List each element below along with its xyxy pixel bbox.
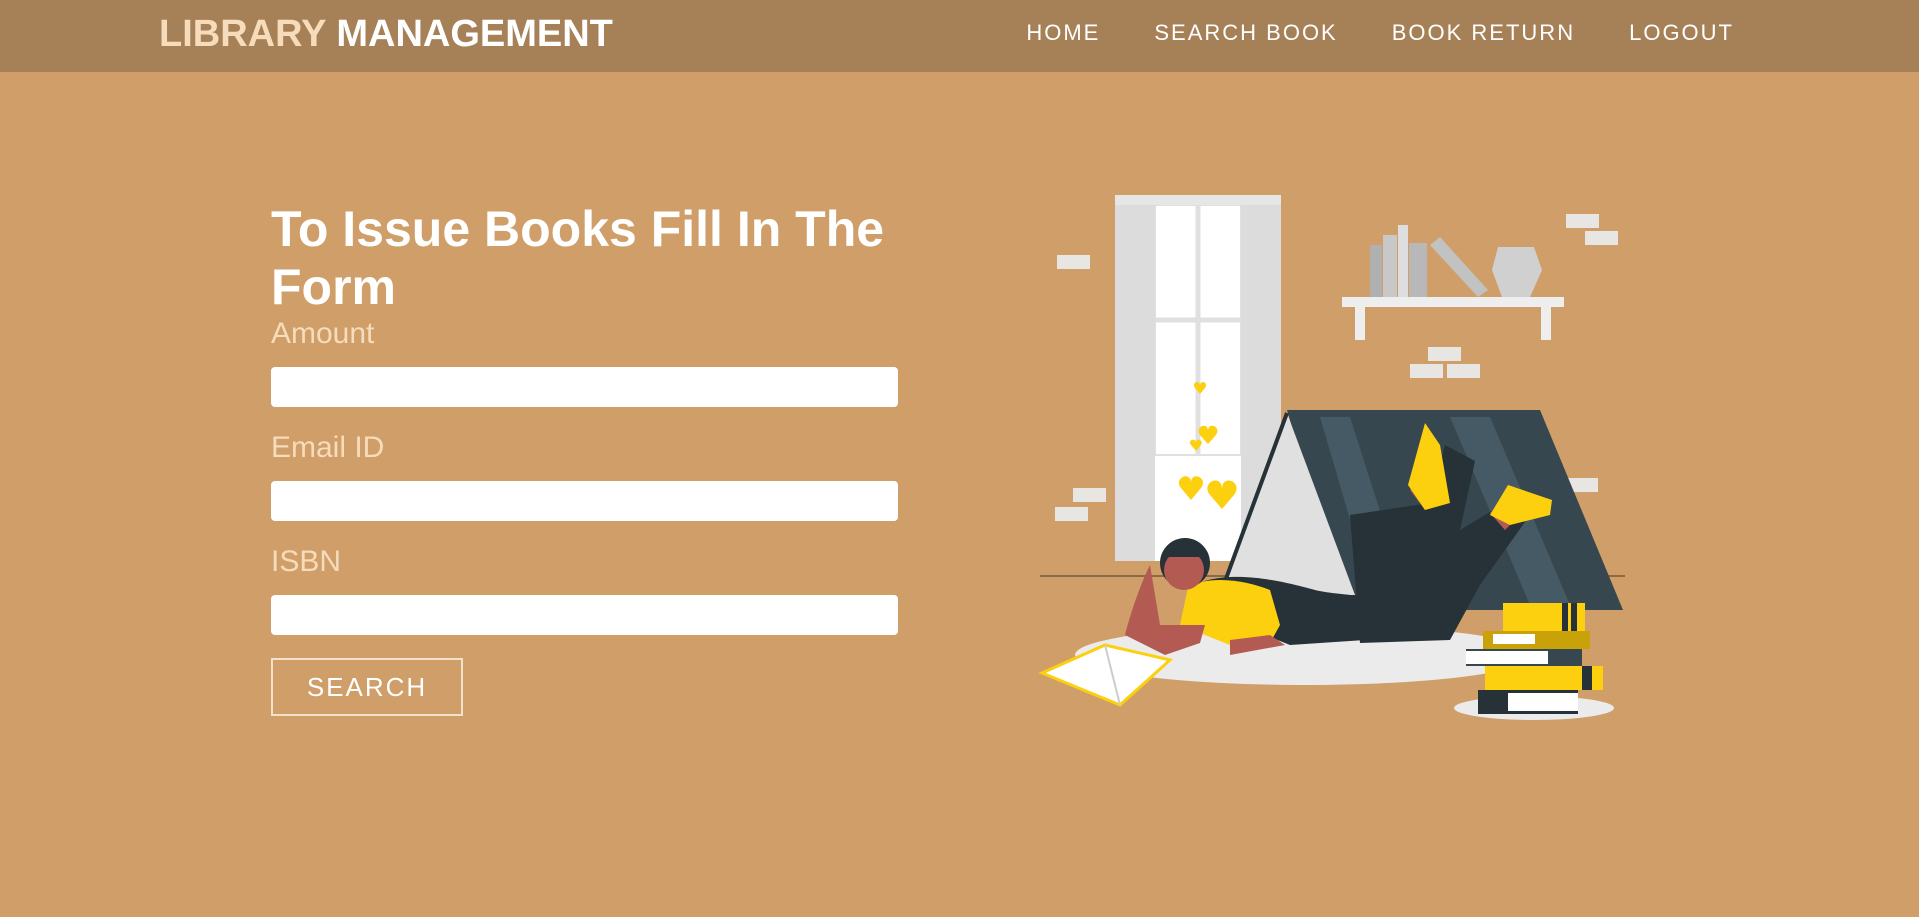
email-label: Email ID [271, 431, 385, 464]
brand-part-library: LIBRARY [159, 13, 326, 55]
vase [1492, 247, 1542, 297]
illustration-svg [1038, 195, 1625, 720]
window-curtain-left [1115, 195, 1155, 561]
main-nav: HOME SEARCH BOOK BOOK RETURN LOGOUT [1026, 20, 1734, 46]
brick [1055, 507, 1088, 521]
brick [1566, 214, 1599, 228]
brick [1410, 364, 1443, 378]
form-heading: To Issue Books Fill In The Form [271, 201, 885, 315]
brick [1585, 231, 1618, 245]
nav-search-book-link[interactable]: SEARCH BOOK [1154, 20, 1337, 46]
nav-logout-link[interactable]: LOGOUT [1629, 20, 1734, 46]
nav-home-link[interactable]: HOME [1026, 20, 1100, 46]
isbn-input[interactable] [271, 595, 898, 635]
email-input[interactable] [271, 481, 898, 521]
amount-label: Amount [271, 317, 375, 350]
amount-input[interactable] [271, 367, 898, 407]
isbn-label: ISBN [271, 545, 342, 578]
search-button[interactable]: SEARCH [271, 658, 463, 716]
wall-shelf [1342, 297, 1564, 307]
brand-logo[interactable]: LIBRARY MANAGEMENT [159, 12, 613, 56]
brand-part-management: MANAGEMENT [336, 13, 613, 55]
brick [1073, 488, 1106, 502]
navbar: LIBRARY MANAGEMENT HOME SEARCH BOOK BOOK… [0, 0, 1919, 72]
nav-book-return-link[interactable]: BOOK RETURN [1392, 20, 1575, 46]
girl-reading-book-illustration [1030, 185, 1630, 725]
issue-book-form: To Issue Books Fill In The Form Amount E… [271, 200, 898, 716]
brick [1428, 347, 1461, 361]
brick [1447, 364, 1480, 378]
brick [1057, 255, 1090, 269]
